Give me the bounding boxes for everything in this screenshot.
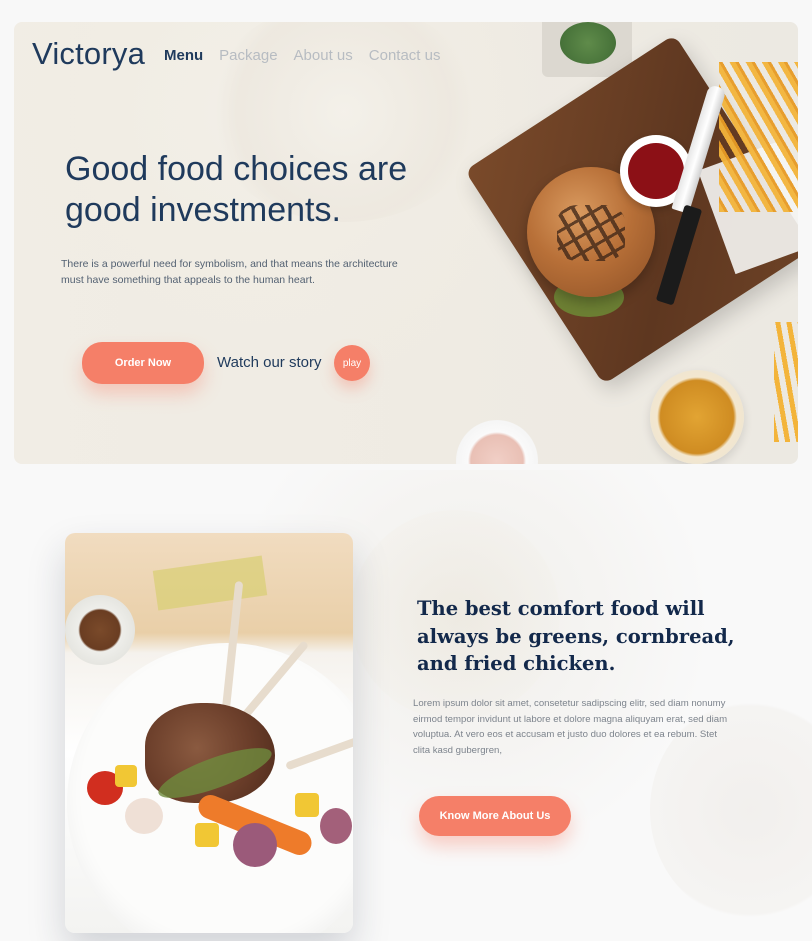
order-now-button[interactable]: Order Now bbox=[82, 342, 204, 384]
nav-item-contact-us[interactable]: Contact us bbox=[369, 47, 441, 64]
logo[interactable]: Victorya bbox=[32, 36, 145, 72]
fries-basket-image bbox=[719, 62, 798, 212]
page: Victorya Menu Package About us Contact u… bbox=[0, 0, 812, 941]
watch-story-link[interactable]: Watch our story bbox=[217, 354, 321, 371]
beer-glass-image bbox=[650, 370, 744, 464]
main-nav: Menu Package About us Contact us bbox=[164, 47, 440, 64]
section-body: Lorem ipsum dolor sit amet, consetetur s… bbox=[413, 698, 728, 757]
nav-item-about-us[interactable]: About us bbox=[294, 47, 353, 64]
hero-title: Good food choices are good investments. bbox=[65, 150, 408, 229]
salt-bowl-image bbox=[456, 420, 538, 464]
nav-item-package[interactable]: Package bbox=[219, 47, 277, 64]
succulent-plant-image bbox=[542, 22, 632, 77]
know-more-button[interactable]: Know More About Us bbox=[419, 796, 571, 836]
play-button[interactable]: play bbox=[334, 345, 370, 381]
hero-section: Victorya Menu Package About us Contact u… bbox=[14, 22, 798, 464]
hero-description: There is a powerful need for symbolism, … bbox=[61, 258, 398, 286]
section-title: The best comfort food will always be gre… bbox=[417, 597, 735, 675]
lamb-dish-photo bbox=[65, 533, 353, 933]
fries-image bbox=[774, 322, 798, 442]
nav-item-menu[interactable]: Menu bbox=[164, 47, 203, 64]
about-section: The best comfort food will always be gre… bbox=[0, 470, 812, 941]
